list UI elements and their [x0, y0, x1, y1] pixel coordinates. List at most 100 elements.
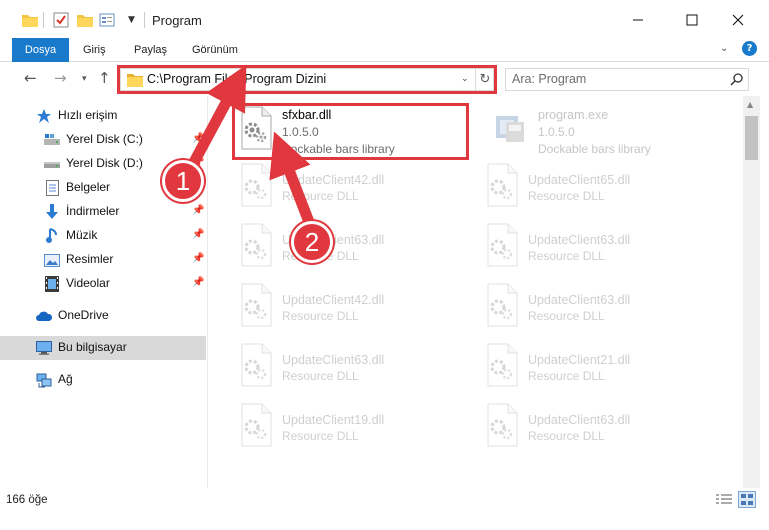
dll-file-icon — [236, 283, 284, 331]
sidebar-item-downloads[interactable]: İndirmeler 📌 — [0, 200, 206, 224]
properties-check-icon[interactable] — [53, 10, 69, 30]
file-name: UpdateClient63.dll — [528, 293, 631, 307]
file-list: sfxbar.dll 1.0.5.0 Dockable bars library… — [208, 96, 743, 488]
file-name: UpdateClient21.dll — [528, 353, 631, 367]
file-name: UpdateClient42.dll — [282, 293, 385, 307]
sidebar-item-label: İndirmeler — [66, 204, 120, 218]
details-view-icon[interactable] — [716, 493, 732, 507]
file-description: Resource DLL — [528, 249, 605, 263]
minimize-button[interactable] — [626, 8, 650, 32]
up-arrow-icon[interactable]: ↑ — [98, 69, 111, 87]
file-item[interactable]: UpdateClient63.dll Resource DLL — [482, 281, 722, 335]
sidebar-item-local-disk-c[interactable]: Yerel Disk (C:) 📌 — [0, 128, 206, 152]
sidebar-item-network[interactable]: Ağ — [0, 368, 206, 392]
folder-icon — [22, 10, 38, 30]
address-bar[interactable]: C:\Program Files\Program Dizini ⌄ ↻ — [120, 68, 494, 91]
sidebar-item-label: Müzik — [66, 228, 98, 242]
help-icon[interactable]: ? — [742, 41, 757, 56]
search-icon[interactable] — [730, 72, 744, 89]
large-icons-view-icon[interactable] — [738, 491, 756, 508]
callout-step-2: 2 — [291, 221, 333, 263]
file-name: UpdateClient63.dll — [528, 413, 631, 427]
scrollbar-thumb[interactable] — [745, 116, 758, 160]
file-name: UpdateClient42.dll — [282, 173, 385, 187]
refresh-icon[interactable]: ↻ — [475, 69, 494, 90]
chevron-down-icon[interactable]: ⌄ — [461, 74, 469, 84]
tab-home[interactable]: Giriş — [83, 38, 106, 62]
vertical-scrollbar[interactable]: ▲ — [743, 96, 760, 488]
dll-file-icon — [236, 106, 284, 154]
file-description: Resource DLL — [282, 429, 359, 443]
file-name: UpdateClient63.dll — [528, 233, 631, 247]
file-item[interactable]: UpdateClient21.dll Resource DLL — [482, 341, 722, 395]
file-name: UpdateClient65.dll — [528, 173, 631, 187]
properties-icon[interactable] — [99, 10, 115, 30]
sidebar-item-label: Yerel Disk (C:) — [66, 132, 143, 146]
sidebar-item-label: Bu bilgisayar — [58, 340, 127, 354]
navigation-pane: Hızlı erişim Yerel Disk (C:) 📌 Yerel Dis… — [0, 96, 208, 488]
pin-icon[interactable]: 📌 — [192, 133, 204, 144]
dll-file-icon — [236, 223, 284, 271]
file-item[interactable]: UpdateClient42.dll Resource DLL — [236, 281, 476, 335]
scroll-up-icon[interactable]: ▲ — [747, 100, 753, 109]
search-box[interactable] — [505, 68, 749, 91]
sidebar-item-onedrive[interactable]: OneDrive — [0, 304, 206, 328]
pin-icon[interactable]: 📌 — [192, 253, 204, 264]
file-description: Resource DLL — [282, 189, 359, 203]
file-description: Dockable bars library — [282, 142, 395, 156]
chevron-down-icon[interactable]: ⌄ — [720, 43, 728, 54]
file-item[interactable]: UpdateClient63.dll Resource DLL — [236, 221, 476, 275]
music-icon — [44, 228, 60, 244]
title-bar: ▼ Program — [0, 0, 769, 38]
computer-icon — [36, 340, 52, 356]
file-item[interactable]: UpdateClient63.dll Resource DLL — [482, 401, 722, 455]
pin-icon[interactable]: 📌 — [192, 229, 204, 240]
pin-icon[interactable]: 📌 — [192, 277, 204, 288]
customize-toolbar-icon[interactable]: ▼ — [128, 10, 135, 30]
file-item-sfxbar-dll[interactable]: sfxbar.dll 1.0.5.0 Dockable bars library — [236, 104, 476, 158]
maximize-button[interactable] — [680, 8, 704, 32]
tab-share[interactable]: Paylaş — [134, 38, 167, 62]
sidebar-item-this-pc[interactable]: Bu bilgisayar — [0, 336, 206, 360]
item-count: 166 öğe — [6, 494, 48, 506]
file-description: Resource DLL — [528, 429, 605, 443]
dll-file-icon — [236, 403, 284, 451]
file-item[interactable]: UpdateClient19.dll Resource DLL — [236, 401, 476, 455]
dll-file-icon — [236, 163, 284, 211]
new-folder-icon[interactable] — [77, 10, 93, 30]
separator — [144, 12, 145, 28]
recent-locations-icon[interactable]: ▾ — [82, 74, 87, 84]
file-name: sfxbar.dll — [282, 108, 332, 122]
sidebar-item-videos[interactable]: Videolar 📌 — [0, 272, 206, 296]
dll-file-icon — [236, 343, 284, 391]
file-description: Resource DLL — [528, 309, 605, 323]
sidebar-item-music[interactable]: Müzik 📌 — [0, 224, 206, 248]
network-icon — [36, 372, 52, 388]
file-item[interactable]: UpdateClient63.dll Resource DLL — [482, 221, 722, 275]
exe-file-icon — [492, 106, 540, 154]
sidebar-item-quick-access[interactable]: Hızlı erişim — [0, 104, 206, 128]
sidebar-item-pictures[interactable]: Resimler 📌 — [0, 248, 206, 272]
forward-arrow-icon[interactable]: → — [54, 69, 67, 87]
file-item-program-exe[interactable]: program.exe 1.0.5.0 Dockable bars librar… — [492, 104, 732, 158]
file-item[interactable]: UpdateClient65.dll Resource DLL — [482, 161, 722, 215]
dll-file-icon — [482, 223, 530, 271]
close-button[interactable] — [726, 8, 750, 32]
cloud-icon — [36, 308, 52, 324]
file-item[interactable]: UpdateClient63.dll Resource DLL — [236, 341, 476, 395]
sidebar-item-label: Hızlı erişim — [58, 108, 118, 122]
documents-icon — [44, 180, 60, 196]
address-path[interactable]: C:\Program Files\Program Dizini — [147, 72, 326, 86]
sidebar-item-label: Videolar — [66, 276, 110, 290]
ribbon-tabs: Dosya Giriş Paylaş Görünüm ⌄ ? — [0, 38, 769, 62]
tab-view[interactable]: Görünüm — [192, 38, 238, 62]
sidebar-item-label: Resimler — [66, 252, 114, 266]
folder-icon — [127, 73, 143, 90]
search-input[interactable] — [512, 72, 712, 86]
pictures-icon — [44, 252, 60, 268]
file-item[interactable]: UpdateClient42.dll Resource DLL — [236, 161, 476, 215]
pin-icon[interactable]: 📌 — [192, 205, 204, 216]
tab-file[interactable]: Dosya — [12, 38, 69, 62]
back-arrow-icon[interactable]: ← — [24, 69, 37, 87]
drive-icon — [44, 132, 60, 148]
